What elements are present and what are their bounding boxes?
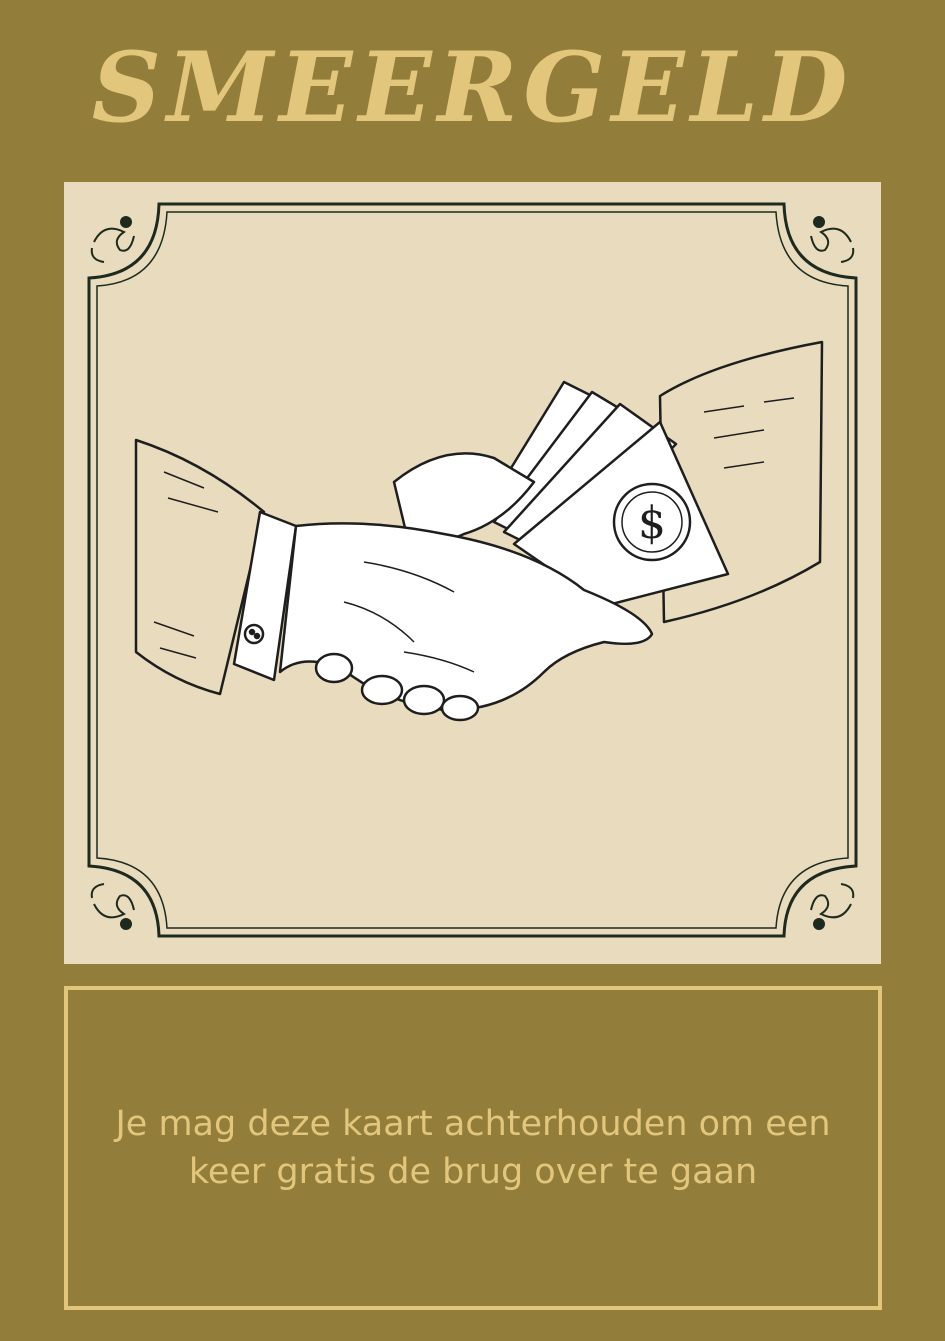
handshake-bribe-icon: $ bbox=[134, 340, 824, 722]
corner-flourish-icon bbox=[90, 216, 135, 263]
illustration-panel: $ bbox=[64, 182, 881, 964]
dollar-sign: $ bbox=[638, 498, 666, 549]
ornate-frame: $ bbox=[87, 202, 858, 938]
card-description: Je mag deze kaart achterhouden om een ke… bbox=[115, 1104, 831, 1192]
card-description-box: Je mag deze kaart achterhouden om een ke… bbox=[64, 986, 882, 1310]
corner-flourish-icon bbox=[90, 883, 135, 930]
corner-flourish-icon bbox=[810, 883, 855, 930]
card-title: SMEERGELD bbox=[91, 31, 854, 144]
corner-flourish-icon bbox=[810, 216, 855, 263]
